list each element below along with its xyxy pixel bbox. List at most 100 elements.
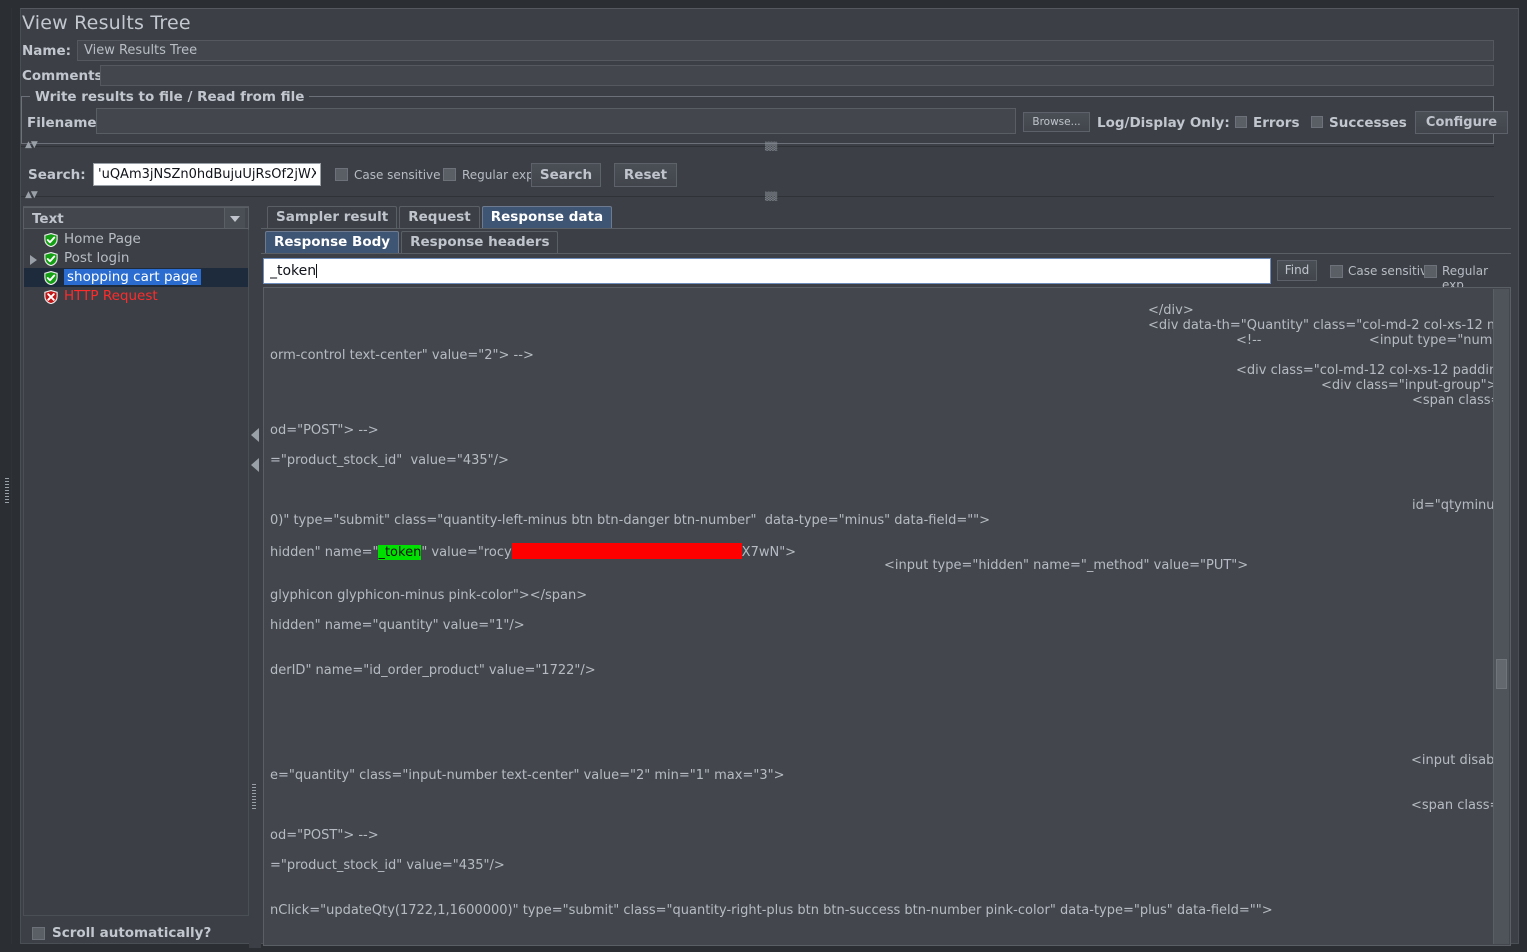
response-body-line: id="qtyminus1722" onClick="updateQty(172… bbox=[1412, 498, 1495, 513]
search-input[interactable] bbox=[93, 163, 321, 186]
browse-button[interactable]: Browse... bbox=[1023, 112, 1090, 132]
name-label: Name: bbox=[22, 43, 72, 59]
response-body-line: od="POST"> --> bbox=[270, 423, 379, 438]
response-body-line: e="quantity" class="input-number text-ce… bbox=[270, 768, 785, 783]
tree-item-label: HTTP Request bbox=[64, 288, 158, 304]
jmeter-view-results-tree-window: View Results Tree Name: Comments: Write … bbox=[0, 0, 1527, 952]
tree-item-label: shopping cart page bbox=[64, 269, 201, 285]
tab-response-headers[interactable]: Response headers bbox=[401, 231, 559, 253]
tab-response-body[interactable]: Response Body bbox=[265, 231, 400, 253]
find-button[interactable]: Find bbox=[1277, 260, 1317, 281]
tab-request[interactable]: Request bbox=[399, 206, 480, 228]
response-body-line: od="POST"> --> bbox=[270, 828, 379, 843]
tree-item-shopping-cart-page[interactable]: shopping cart page bbox=[24, 268, 248, 287]
response-body-text[interactable]: </div> <div data-th="Quantity" class="col… bbox=[264, 288, 1495, 945]
success-shield-icon bbox=[44, 271, 58, 285]
successes-checkbox[interactable] bbox=[1311, 116, 1323, 128]
response-body-line: <div class="input-group"> bbox=[1321, 378, 1495, 393]
splitter-grip-upper[interactable]: ▒▒ bbox=[765, 142, 777, 151]
filename-input[interactable] bbox=[96, 108, 1016, 134]
tree-item-post-login[interactable]: Post login bbox=[24, 249, 248, 268]
renderer-select-value: Text bbox=[32, 211, 64, 227]
splitter-grip-lower[interactable]: ▒▒ bbox=[765, 192, 777, 201]
search-regular-exp-label: Regular exp. bbox=[462, 168, 538, 182]
response-body-line: 0)" type="submit" class="quantity-left-m… bbox=[270, 513, 991, 528]
tree-item-label: Home Page bbox=[64, 231, 141, 247]
reset-button[interactable]: Reset bbox=[614, 163, 677, 187]
search-case-sensitive-label: Case sensitive bbox=[354, 168, 441, 182]
search-match-highlight: _token bbox=[378, 545, 422, 560]
response-body-line: <input disabled type="text" id="quantity… bbox=[1411, 753, 1495, 768]
response-body-line: hidden" name="quantity" value="1"/> bbox=[270, 618, 525, 633]
errors-label: Errors bbox=[1253, 115, 1300, 131]
vertical-splitter[interactable] bbox=[249, 206, 261, 948]
renderer-select[interactable]: Text bbox=[23, 207, 249, 229]
response-body-line: ="product_stock_id" value="435"/> bbox=[270, 858, 505, 873]
response-body-scrollbar[interactable] bbox=[1493, 289, 1509, 944]
results-tree[interactable]: Home Page Post login shopping cart page HTT… bbox=[23, 230, 249, 916]
window-left-divider bbox=[11, 8, 12, 944]
page-title: View Results Tree bbox=[22, 12, 191, 34]
filename-label: Filename bbox=[27, 115, 97, 131]
search-label: Search: bbox=[28, 167, 86, 183]
response-body-line: <span class="input-group-btn"> bbox=[1411, 798, 1495, 813]
find-regular-exp-checkbox[interactable] bbox=[1424, 265, 1437, 278]
vertical-splitter-grip[interactable] bbox=[252, 784, 256, 810]
response-body-line: <!-- <input type="number" onKeyUp="multi… bbox=[1236, 333, 1495, 348]
scroll-automatically-label: Scroll automatically? bbox=[52, 925, 212, 941]
splitter-left-arrow-icon[interactable] bbox=[251, 428, 259, 442]
tab-response-data[interactable]: Response data bbox=[481, 206, 613, 228]
search-regular-exp-checkbox[interactable] bbox=[443, 168, 456, 181]
splitter-collapse-arrows-upper[interactable]: ▲▼ bbox=[25, 140, 38, 150]
redaction-block bbox=[511, 543, 742, 559]
splitter-right-arrow-icon[interactable] bbox=[251, 458, 259, 472]
response-body-scrollbar-thumb[interactable] bbox=[1496, 659, 1507, 689]
right-pane: Sampler result Request Response data Respo… bbox=[261, 206, 1513, 948]
comments-label: Comments: bbox=[22, 68, 108, 84]
find-input[interactable] bbox=[263, 258, 1271, 284]
scroll-automatically-checkbox[interactable] bbox=[32, 927, 45, 940]
tree-item-home-page[interactable]: Home Page bbox=[24, 230, 248, 249]
name-row: Name: bbox=[22, 40, 1494, 62]
splitter-line-upper bbox=[21, 146, 1494, 147]
secondary-tabbar: Response Body Response headers bbox=[261, 231, 1513, 253]
successes-label: Successes bbox=[1329, 115, 1407, 131]
response-body-line: glyphicon glyphicon-minus pink-color"></… bbox=[270, 588, 588, 603]
text-caret bbox=[315, 264, 317, 278]
response-body-line: derID" name="id_order_product" value="17… bbox=[270, 663, 596, 678]
secondary-tab-underline bbox=[261, 253, 1511, 254]
comments-input[interactable] bbox=[100, 65, 1494, 86]
response-body-line: <div class="col-md-12 col-xs-12 padding-… bbox=[1236, 363, 1495, 378]
error-shield-icon bbox=[44, 290, 58, 304]
expand-triangle-icon[interactable] bbox=[30, 255, 37, 265]
find-case-sensitive-checkbox[interactable] bbox=[1330, 265, 1343, 278]
tab-sampler-result[interactable]: Sampler result bbox=[267, 206, 398, 228]
name-input[interactable] bbox=[77, 40, 1494, 61]
tree-item-http-request[interactable]: HTTP Request bbox=[24, 287, 248, 306]
response-body-line: ="product_stock_id" value="435"/> bbox=[270, 453, 509, 468]
splitter-collapse-arrows-lower[interactable]: ▲▼ bbox=[25, 190, 38, 200]
chevron-down-icon[interactable] bbox=[224, 208, 245, 228]
response-body-line: <input type="hidden" name="_method" valu… bbox=[884, 558, 1249, 573]
success-shield-icon bbox=[44, 233, 58, 247]
response-body-line: <div data-th="Quantity" class="col-md-2 … bbox=[1148, 318, 1495, 333]
find-case-sensitive-label: Case sensitive bbox=[1348, 264, 1435, 278]
primary-tab-underline bbox=[261, 228, 1511, 229]
response-body-line: <span class="input-group-btn"> bbox=[1412, 393, 1495, 408]
configure-button[interactable]: Configure bbox=[1415, 111, 1508, 134]
write-results-group-title: Write results to file / Read from file bbox=[30, 89, 310, 105]
response-body-viewer[interactable]: </div> <div data-th="Quantity" class="col… bbox=[263, 287, 1511, 946]
tree-item-label: Post login bbox=[64, 250, 130, 266]
response-body-line: orm-control text-center" value="2"> --> bbox=[270, 348, 534, 363]
primary-tabbar: Sampler result Request Response data bbox=[261, 206, 1513, 228]
response-body-line: </div> bbox=[1148, 303, 1194, 318]
response-body-line: nClick="updateQty(1722,1,1600000)" type=… bbox=[270, 903, 1273, 918]
splitter-line-lower bbox=[21, 196, 1494, 197]
search-case-sensitive-checkbox[interactable] bbox=[335, 168, 348, 181]
response-body-line: hidden" name="_token" value="rocy X7wN"> bbox=[270, 543, 797, 560]
success-shield-icon bbox=[44, 252, 58, 266]
log-display-only-label: Log/Display Only: bbox=[1097, 115, 1230, 131]
search-button[interactable]: Search bbox=[531, 163, 601, 187]
errors-checkbox[interactable] bbox=[1235, 116, 1247, 128]
outer-splitter-grip[interactable] bbox=[5, 478, 9, 504]
